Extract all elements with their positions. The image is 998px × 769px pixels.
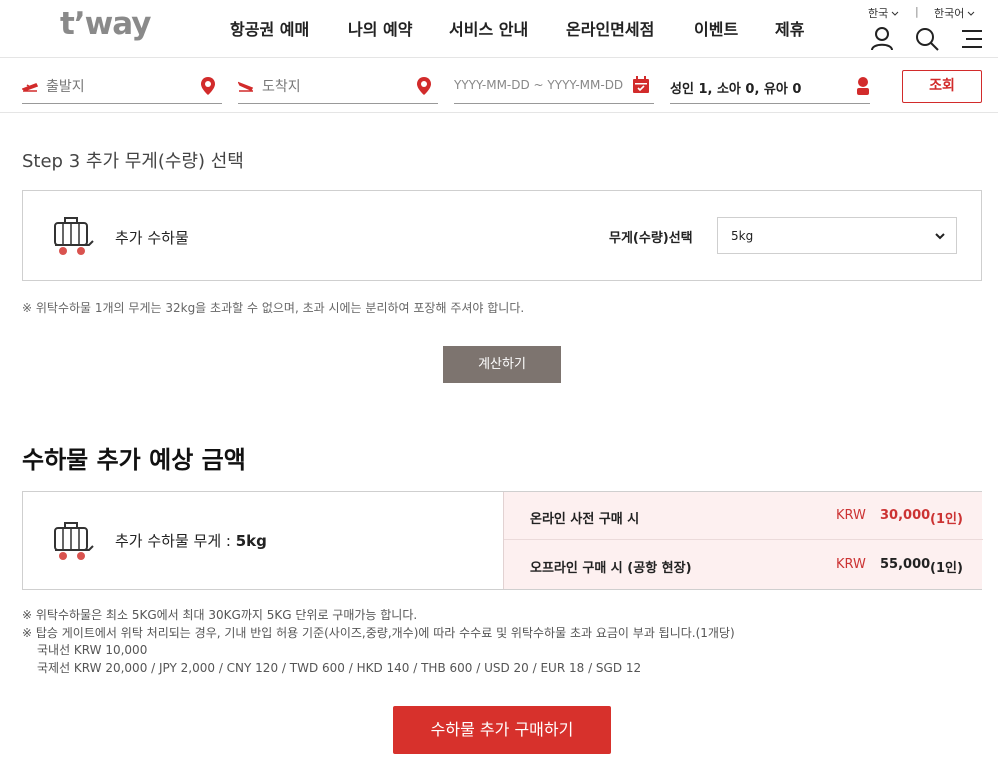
language-select[interactable]: 한국어 xyxy=(934,5,975,21)
price-row-label: 오프라인 구매 시 (공항 현장) xyxy=(530,561,692,576)
price-amount: 30,000 xyxy=(880,508,931,523)
weight-value: 5kg xyxy=(235,532,267,550)
location-pin-icon xyxy=(417,77,431,95)
note-line-domestic: 국내선 KRW 10,000 xyxy=(37,643,148,657)
logo[interactable]: t’way xyxy=(60,6,151,42)
estimate-title: 수하물 추가 예상 금액 xyxy=(22,446,246,474)
departure-placeholder: 출발지 xyxy=(46,79,85,95)
nav-item-service[interactable]: 서비스 안내 xyxy=(449,16,528,40)
calendar-icon xyxy=(633,76,649,93)
hamburger-menu-icon[interactable] xyxy=(959,26,985,52)
user-icon[interactable] xyxy=(869,26,895,52)
weight-select-box: 추가 수하물 무게(수량)선택 5kg xyxy=(22,190,982,281)
chevron-down-icon xyxy=(891,11,899,16)
step-title: Step 3 추가 무게(수량) 선택 xyxy=(22,151,244,172)
nav-item-my-reservation[interactable]: 나의 예약 xyxy=(348,16,412,40)
price-per-person: (1인) xyxy=(930,512,963,527)
arrival-field[interactable]: 도착지 xyxy=(238,70,438,104)
chevron-down-icon xyxy=(935,233,945,240)
note-line: ※ 탑승 게이트에서 위탁 처리되는 경우, 기내 반입 허용 기준(사이즈,중… xyxy=(22,625,735,640)
weight-select-value: 5kg xyxy=(731,229,754,243)
person-icon xyxy=(857,77,869,95)
baggage-cart-icon xyxy=(54,217,94,255)
plane-takeoff-icon xyxy=(22,82,38,92)
nav-item-event[interactable]: 이벤트 xyxy=(694,16,738,40)
nav-item-partnership[interactable]: 제휴 xyxy=(775,16,804,40)
date-range-field[interactable]: YYYY-MM-DD ~ YYYY-MM-DD xyxy=(454,70,654,104)
weight-label-text: 추가 수하물 무게 : xyxy=(115,532,236,550)
location-pin-icon xyxy=(201,77,215,95)
baggage-cart-icon xyxy=(54,522,94,560)
departure-field[interactable]: 출발지 xyxy=(22,70,222,104)
weight-select-label: 무게(수량)선택 xyxy=(609,231,693,246)
extra-baggage-label: 추가 수하물 xyxy=(115,229,189,247)
price-row-label: 온라인 사전 구매 시 xyxy=(530,512,640,527)
language-label: 한국어 xyxy=(934,7,965,20)
note-line-international: 국제선 KRW 20,000 / JPY 2,000 / CNY 120 / T… xyxy=(37,660,642,675)
price-currency: KRW xyxy=(836,557,866,572)
passenger-count: 성인 1, 소아 0, 유아 0 xyxy=(670,82,802,97)
price-currency: KRW xyxy=(836,508,866,523)
estimate-box: 추가 수하물 무게 : 5kg 온라인 사전 구매 시 KRW 30,000 (… xyxy=(22,491,983,590)
note-line: ※ 위탁수하물은 최소 5KG에서 최대 30KG까지 5KG 단위로 구매가능… xyxy=(22,608,418,622)
util-separator: | xyxy=(915,5,919,18)
header: t’way 항공권 예매 나의 예약 서비스 안내 온라인면세점 이벤트 제휴 … xyxy=(0,0,998,58)
search-button[interactable]: 조회 xyxy=(902,70,982,103)
nav-item-booking[interactable]: 항공권 예매 xyxy=(230,16,309,40)
price-amount: 55,000 xyxy=(880,557,931,572)
weight-limit-note: ※ 위탁수하물 1개의 무게는 32kg을 초과할 수 없으며, 초과 시에는 … xyxy=(22,301,525,315)
flight-search-bar: 출발지 도착지 YYYY-MM-DD ~ YYYY-MM-DD 성인 1, 소아… xyxy=(0,58,998,113)
price-row-online: 온라인 사전 구매 시 KRW 30,000 (1인) xyxy=(504,492,983,540)
baggage-weight-label: 추가 수하물 무게 : 5kg xyxy=(115,530,267,551)
date-placeholder: YYYY-MM-DD ~ YYYY-MM-DD xyxy=(454,78,624,92)
country-select[interactable]: 한국 xyxy=(868,5,899,21)
price-panel: 온라인 사전 구매 시 KRW 30,000 (1인) 오프라인 구매 시 (공… xyxy=(503,492,983,589)
price-per-person: (1인) xyxy=(930,561,963,576)
baggage-notes: ※ 위탁수하물은 최소 5KG에서 최대 30KG까지 5KG 단위로 구매가능… xyxy=(22,607,735,677)
plane-landing-icon xyxy=(238,81,254,92)
search-icon[interactable] xyxy=(914,26,940,52)
buy-baggage-button[interactable]: 수하물 추가 구매하기 xyxy=(393,706,611,754)
calculate-button[interactable]: 계산하기 xyxy=(443,346,561,383)
weight-select[interactable]: 5kg xyxy=(717,217,957,254)
passenger-field[interactable]: 성인 1, 소아 0, 유아 0 xyxy=(670,70,870,104)
chevron-down-icon xyxy=(968,11,975,16)
nav-item-duty-free[interactable]: 온라인면세점 xyxy=(566,16,654,40)
country-label: 한국 xyxy=(868,7,889,20)
arrival-placeholder: 도착지 xyxy=(262,79,301,95)
price-row-offline: 오프라인 구매 시 (공항 현장) KRW 55,000 (1인) xyxy=(504,541,983,589)
